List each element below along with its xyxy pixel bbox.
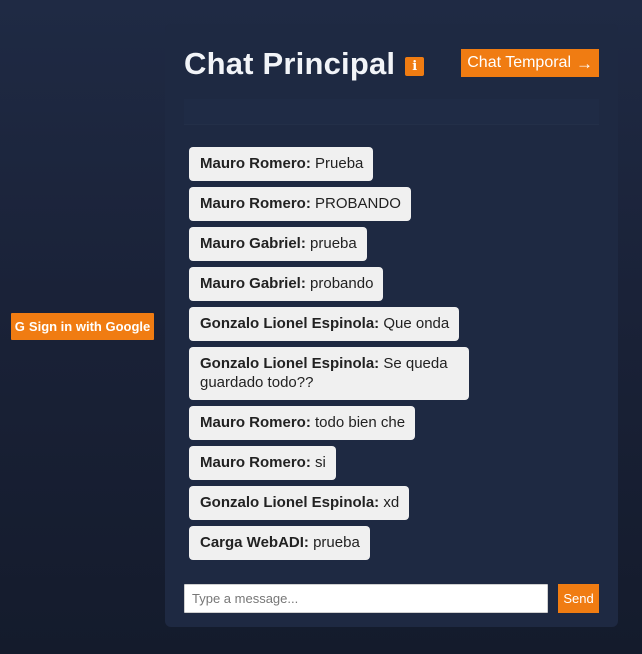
composer: Send (184, 583, 599, 613)
message-bubble: Mauro Romero: PROBANDO (189, 187, 411, 221)
message-bubble: Gonzalo Lionel Espinola: Se queda guarda… (189, 347, 469, 400)
message-bubble: Mauro Gabriel: probando (189, 267, 384, 301)
message-author: Carga WebADI: (200, 534, 309, 551)
info-icon[interactable]: i (405, 56, 425, 76)
message-list: Mauro Romero: Prueba Mauro Romero: PROBA… (189, 147, 489, 560)
message-bubble: Mauro Romero: todo bien che (189, 406, 416, 440)
chat-temporal-button[interactable]: Chat Temporal → (461, 49, 599, 77)
message-bubble: Gonzalo Lionel Espinola: xd (189, 486, 410, 520)
arrow-right-icon: → (576, 53, 593, 73)
google-signin-label: Sign in with Google (28, 319, 151, 334)
header-divider (184, 99, 599, 125)
message-author: Mauro Gabriel: (200, 235, 306, 252)
message-text: prueba (305, 235, 357, 252)
message-bubble: Mauro Romero: si (189, 446, 336, 480)
message-input[interactable] (184, 583, 548, 613)
message-bubble: Carga WebADI: prueba (189, 526, 370, 560)
message-text: xd (379, 494, 400, 511)
chat-panel: Chat Principal i Chat Temporal → Mauro R… (165, 24, 618, 627)
message-author: Mauro Romero: (200, 454, 311, 471)
google-icon: G (14, 319, 25, 334)
message-text: si (310, 454, 326, 471)
page-title: Chat Principal (184, 46, 396, 81)
message-bubble: Mauro Romero: Prueba (189, 147, 374, 181)
message-author: Gonzalo Lionel Espinola: (200, 315, 380, 332)
message-text: prueba (308, 534, 360, 551)
message-text: probando (305, 275, 374, 292)
message-author: Mauro Romero: (200, 414, 311, 431)
message-author: Mauro Gabriel: (200, 275, 306, 292)
chat-header: Chat Principal i (184, 46, 425, 82)
message-author: Mauro Romero: (200, 195, 311, 212)
message-text: todo bien che (310, 414, 406, 431)
send-button[interactable]: Send (558, 583, 599, 613)
chat-temporal-label: Chat Temporal (467, 54, 571, 71)
google-signin-button[interactable]: G Sign in with Google (11, 313, 154, 340)
message-author: Gonzalo Lionel Espinola: (200, 494, 380, 511)
message-text: PROBANDO (310, 195, 401, 212)
message-text: Que onda (379, 315, 450, 332)
message-bubble: Gonzalo Lionel Espinola: Que onda (189, 307, 460, 341)
message-author: Mauro Romero: (200, 155, 311, 172)
message-text: Prueba (310, 155, 364, 172)
message-bubble: Mauro Gabriel: prueba (189, 227, 367, 261)
message-author: Gonzalo Lionel Espinola: (200, 355, 380, 372)
